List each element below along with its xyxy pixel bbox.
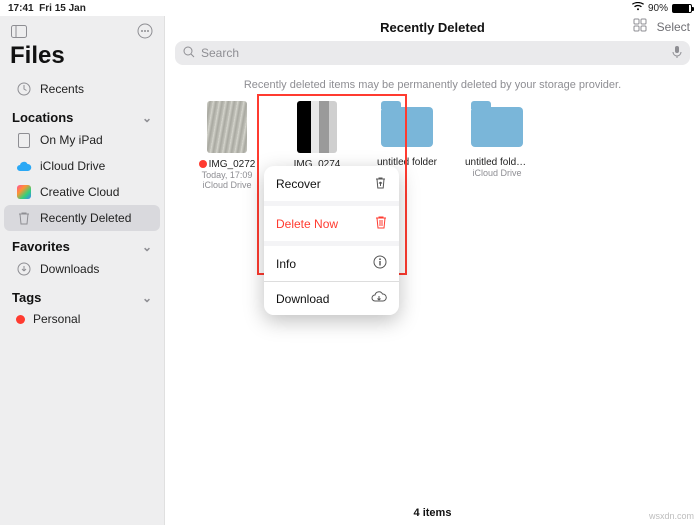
status-date: Fri 15 Jan (39, 3, 86, 14)
file-item[interactable]: untitled folder 2 iCloud Drive (465, 101, 529, 178)
context-menu: Recover Delete Now Info Download (264, 166, 399, 315)
clock-icon (16, 81, 32, 97)
content-area: Recently Deleted Select Search Recently … (165, 16, 700, 525)
footer-count: 4 items (165, 507, 700, 519)
more-icon[interactable] (136, 22, 154, 40)
menu-item-label: Info (276, 257, 296, 271)
creative-cloud-icon (16, 184, 32, 200)
sidebar-item-creative-cloud[interactable]: Creative Cloud (4, 179, 160, 205)
chevron-down-icon: ⌄ (142, 111, 152, 125)
search-input[interactable]: Search (175, 41, 690, 65)
status-dot-icon (199, 160, 207, 168)
sidebar-tag-personal[interactable]: Personal (4, 307, 160, 331)
chevron-down-icon: ⌄ (142, 291, 152, 305)
file-name: IMG_0272 (209, 159, 256, 170)
watermark: wsxdn.com (649, 511, 694, 521)
trash-icon (375, 215, 387, 232)
file-item[interactable]: untitled folder (375, 101, 439, 168)
sidebar-item-label: Recently Deleted (40, 211, 131, 225)
wifi-icon (632, 2, 644, 14)
sidebar-item-label: Downloads (40, 262, 99, 276)
app-title: Files (0, 42, 164, 76)
file-sub: iCloud Drive (195, 180, 259, 190)
file-thumbnail (207, 101, 247, 153)
file-sub: iCloud Drive (465, 168, 529, 178)
locations-label: Locations (12, 110, 73, 125)
sidebar-recents-label: Recents (40, 82, 84, 96)
file-grid: IMG_0272 Today, 17:09 iCloud Drive IMG_0… (165, 101, 700, 190)
info-icon (373, 255, 387, 272)
tags-header[interactable]: Tags ⌄ (0, 282, 164, 307)
locations-header[interactable]: Locations ⌄ (0, 102, 164, 127)
menu-item-download[interactable]: Download (264, 282, 399, 315)
tag-color-dot (16, 315, 25, 324)
sidebar-item-label: Creative Cloud (40, 185, 119, 199)
sidebar-item-label: Personal (33, 312, 80, 326)
trash-icon (16, 210, 32, 226)
sidebar: Files Recents Locations ⌄ On My iPad iCl… (0, 16, 165, 525)
favorites-label: Favorites (12, 239, 70, 254)
menu-item-delete-now[interactable]: Delete Now (264, 206, 399, 241)
ipad-icon (16, 132, 32, 148)
file-item[interactable]: IMG_0274 (285, 101, 349, 170)
file-name: untitled folder 2 (465, 157, 529, 168)
recover-icon (374, 175, 387, 192)
search-icon (183, 46, 195, 61)
topbar: Recently Deleted Select (165, 16, 700, 37)
chevron-down-icon: ⌄ (142, 240, 152, 254)
battery-percent: 90% (648, 3, 668, 14)
icloud-icon (16, 158, 32, 174)
folder-icon (381, 107, 433, 147)
sidebar-toggle-icon[interactable] (10, 22, 28, 40)
mic-icon[interactable] (672, 45, 682, 62)
menu-item-recover[interactable]: Recover (264, 166, 399, 201)
menu-item-label: Delete Now (276, 217, 338, 231)
sidebar-item-downloads[interactable]: Downloads (4, 256, 160, 282)
menu-item-label: Download (276, 292, 329, 306)
menu-item-info[interactable]: Info (264, 246, 399, 282)
search-placeholder: Search (201, 46, 239, 60)
select-button[interactable]: Select (657, 20, 690, 34)
tags-label: Tags (12, 290, 41, 305)
sidebar-recents[interactable]: Recents (4, 76, 160, 102)
sidebar-item-on-my-ipad[interactable]: On My iPad (4, 127, 160, 153)
status-time: 17:41 (8, 3, 34, 14)
sidebar-item-label: On My iPad (40, 133, 103, 147)
notice-text: Recently deleted items may be permanentl… (165, 71, 700, 101)
menu-item-label: Recover (276, 177, 321, 191)
favorites-header[interactable]: Favorites ⌄ (0, 231, 164, 256)
file-sub: Today, 17:09 (195, 170, 259, 180)
file-item[interactable]: IMG_0272 Today, 17:09 iCloud Drive (195, 101, 259, 190)
status-bar: 17:41 Fri 15 Jan 90% (0, 0, 700, 16)
cloud-download-icon (371, 291, 387, 306)
battery-icon (672, 4, 692, 13)
sidebar-item-recently-deleted[interactable]: Recently Deleted (4, 205, 160, 231)
file-thumbnail (297, 101, 337, 153)
downloads-icon (16, 261, 32, 277)
sidebar-item-icloud-drive[interactable]: iCloud Drive (4, 153, 160, 179)
sidebar-item-label: iCloud Drive (40, 159, 105, 173)
grid-view-icon[interactable] (633, 18, 647, 35)
page-title: Recently Deleted (380, 20, 485, 35)
folder-icon (471, 107, 523, 147)
